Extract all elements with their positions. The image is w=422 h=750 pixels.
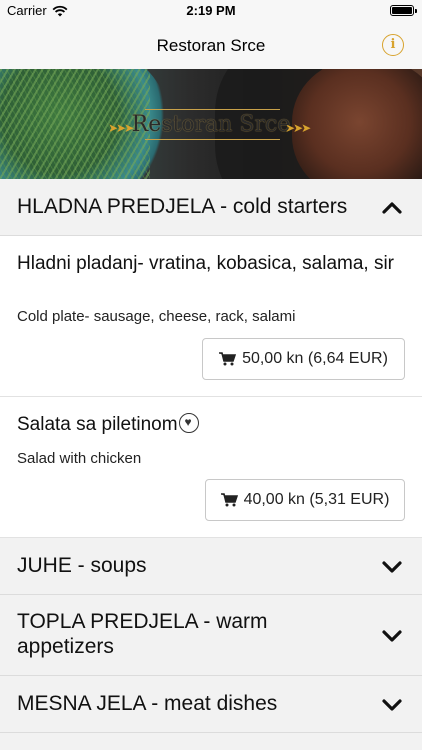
price-label: 50,00 kn (6,64 EUR) — [242, 350, 388, 367]
menu-item-name-row: Salata sa piletinom — [17, 413, 402, 437]
add-to-cart-button[interactable]: 40,00 kn (5,31 EUR) — [205, 479, 405, 521]
section-title: MESNA JELA - meat dishes — [17, 692, 278, 715]
menu-item-description: Cold plate- sausage, cheese, rack, salam… — [17, 308, 296, 325]
chevron-down-icon — [382, 630, 402, 642]
menu-item-description: Salad with chicken — [17, 450, 142, 467]
status-bar: Carrier 2:19 PM — [0, 0, 422, 22]
navigation-bar: Restoran Srce i — [0, 22, 422, 69]
section-header-meat-dishes[interactable]: MESNA JELA - meat dishes — [0, 676, 422, 733]
section-title: TOPLA PREDJELA - warm appetizers — [17, 610, 268, 658]
section-header-next[interactable] — [0, 733, 422, 750]
chevron-up-icon — [382, 202, 402, 214]
chevron-down-icon — [382, 561, 402, 573]
add-to-cart-button[interactable]: 50,00 kn (6,64 EUR) — [202, 338, 405, 380]
section-title: JUHE - soups — [17, 554, 147, 577]
cart-icon — [220, 493, 238, 507]
menu-item-name: Salata sa piletinom — [17, 414, 178, 435]
section-header-soups[interactable]: JUHE - soups — [0, 538, 422, 595]
chevron-down-icon — [382, 699, 402, 711]
section-title: HLADNA PREDJELA - cold starters — [17, 195, 348, 218]
logo-divider-top — [145, 109, 280, 110]
menu-item-name: Hladni pladanj- vratina, kobasica, salam… — [17, 253, 395, 274]
price-label: 40,00 kn (5,31 EUR) — [243, 491, 390, 508]
restaurant-logo: Restoran Srce — [131, 112, 291, 137]
menu-item: Salata sa piletinom Salad with chicken 4… — [0, 397, 422, 538]
info-icon[interactable]: i — [382, 34, 404, 56]
logo-divider-bottom — [145, 139, 280, 140]
section-header-cold-starters[interactable]: HLADNA PREDJELA - cold starters — [0, 179, 422, 236]
status-time: 2:19 PM — [186, 3, 236, 18]
page-title: Restoran Srce — [156, 36, 266, 55]
section-header-warm-appetizers[interactable]: TOPLA PREDJELA - warm appetizers — [0, 595, 422, 676]
cart-icon — [219, 352, 237, 366]
battery-icon — [390, 5, 417, 16]
heart-health-icon — [178, 413, 199, 433]
restaurant-banner: ➤➤➤ ➤➤➤ Restoran Srce — [0, 69, 422, 179]
menu-item: Hladni pladanj- vratina, kobasica, salam… — [0, 236, 422, 397]
